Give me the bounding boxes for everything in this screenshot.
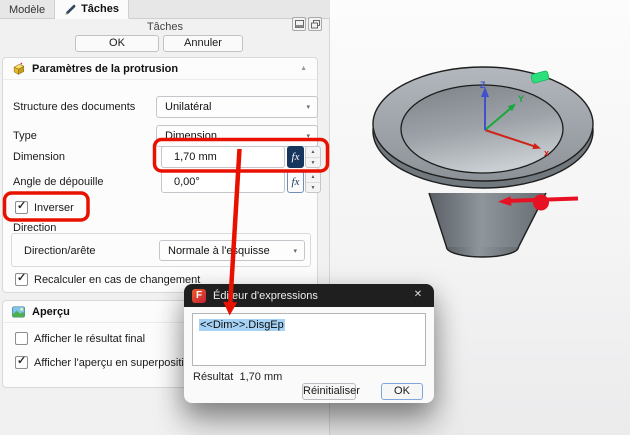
chevron-down-icon: ▾ — [306, 98, 310, 118]
result-value: 1,70 mm — [239, 371, 282, 383]
dimension-input[interactable]: 1,70 mm — [161, 146, 285, 168]
freecad-logo-icon: F — [192, 289, 206, 303]
spin-down-icon[interactable]: ▼ — [306, 182, 320, 192]
structure-label: Structure des documents — [13, 96, 135, 118]
dimension-expression-fx-button[interactable]: fx — [287, 146, 304, 168]
result-row: Résultat 1,70 mm — [193, 371, 282, 383]
panel-tabbar: Modèle Tâches — [0, 0, 330, 19]
spin-up-icon[interactable]: ▲ — [306, 172, 320, 182]
result-label: Résultat — [193, 371, 233, 383]
show-result-label: Afficher le résultat final — [34, 333, 145, 345]
show-result-checkbox[interactable]: Afficher le résultat final — [15, 332, 145, 345]
dialog-ok-button[interactable]: OK — [381, 383, 423, 400]
close-icon[interactable]: ✕ — [402, 284, 434, 307]
draft-angle-label: Angle de dépouille — [13, 171, 104, 193]
draft-angle-input[interactable]: 0,00° — [161, 171, 285, 193]
checkbox-unchecked-icon — [15, 332, 28, 345]
dock-window-icon[interactable] — [292, 17, 306, 31]
direction-combobox[interactable]: Normale à l'esquisse ▾ — [159, 240, 305, 261]
direction-group: Direction/arête Normale à l'esquisse ▾ — [11, 233, 311, 267]
preview-icon — [11, 305, 26, 319]
dialog-title: Éditeur d'expressions — [213, 290, 318, 302]
collapse-arrow-icon[interactable]: ▲ — [300, 65, 307, 72]
protrusion-group-header[interactable]: Paramètres de la protrusion ▲ — [3, 58, 317, 80]
dialog-titlebar[interactable]: F Éditeur d'expressions ✕ — [184, 284, 434, 307]
preview-group-title: Aperçu — [32, 306, 70, 318]
dimension-spinner[interactable]: ▲ ▼ — [305, 146, 321, 168]
show-overlay-checkbox[interactable]: ✓ Afficher l'aperçu en superposition — [15, 356, 196, 369]
update-view-checkbox[interactable]: ✓ Recalculer en cas de changement — [15, 273, 200, 286]
protrusion-group-title: Paramètres de la protrusion — [32, 63, 178, 75]
expression-editor-dialog: F Éditeur d'expressions ✕ <<Dim>>.DisgEp… — [184, 284, 434, 403]
type-label: Type — [13, 125, 37, 147]
expression-textarea[interactable]: <<Dim>>.DisgEp — [192, 313, 426, 366]
structure-value: Unilatéral — [165, 101, 211, 113]
update-view-label: Recalculer en cas de changement — [34, 274, 200, 286]
structure-combobox[interactable]: Unilatéral ▾ — [156, 96, 318, 118]
panel-header: Tâches — [0, 19, 330, 35]
tab-tasks-label: Tâches — [81, 3, 119, 15]
checkbox-checked-icon: ✓ — [15, 356, 28, 369]
panel-title: Tâches — [0, 21, 330, 33]
task-cancel-button[interactable]: Annuler — [163, 35, 243, 52]
spin-down-icon[interactable]: ▼ — [306, 157, 320, 167]
direction-value: Normale à l'esquisse — [168, 245, 270, 257]
chevron-down-icon: ▾ — [306, 127, 310, 147]
float-window-icon[interactable] — [308, 17, 322, 31]
reversed-checkbox[interactable]: ✓ Inverser — [15, 201, 74, 214]
task-ok-button[interactable]: OK — [75, 35, 159, 52]
expression-text: <<Dim>>.DisgEp — [199, 319, 285, 331]
tab-model[interactable]: Modèle — [0, 0, 55, 19]
show-overlay-label: Afficher l'aperçu en superposition — [34, 357, 196, 369]
reversed-label: Inverser — [34, 202, 74, 214]
reset-button[interactable]: Réinitialiser — [302, 383, 356, 400]
direction-edge-label: Direction/arête — [24, 240, 96, 262]
pencil-icon — [64, 3, 77, 16]
spin-up-icon[interactable]: ▲ — [306, 147, 320, 157]
checkbox-checked-icon: ✓ — [15, 201, 28, 214]
axis-x-label: x — [544, 148, 549, 158]
freecad-window: Modèle Tâches Tâches OK Annuler — [0, 0, 630, 435]
tab-model-label: Modèle — [9, 4, 45, 16]
draft-angle-value: 0,00° — [174, 176, 200, 188]
dimension-label: Dimension — [13, 146, 65, 168]
chevron-down-icon: ▾ — [293, 242, 297, 262]
draft-expression-fx-button[interactable]: fx — [287, 171, 304, 193]
pad-icon — [11, 62, 26, 76]
draft-spinner[interactable]: ▲ ▼ — [305, 171, 321, 193]
checkbox-checked-icon: ✓ — [15, 273, 28, 286]
axis-z-label: Z — [480, 80, 486, 90]
type-combobox[interactable]: Dimension ▾ — [156, 125, 318, 147]
axis-y-label: Y — [518, 94, 524, 104]
protrusion-parameters-group: Paramètres de la protrusion ▲ Structure … — [2, 57, 318, 293]
tab-tasks[interactable]: Tâches — [55, 0, 129, 19]
dimension-value: 1,70 mm — [174, 151, 217, 163]
type-value: Dimension — [165, 130, 217, 142]
